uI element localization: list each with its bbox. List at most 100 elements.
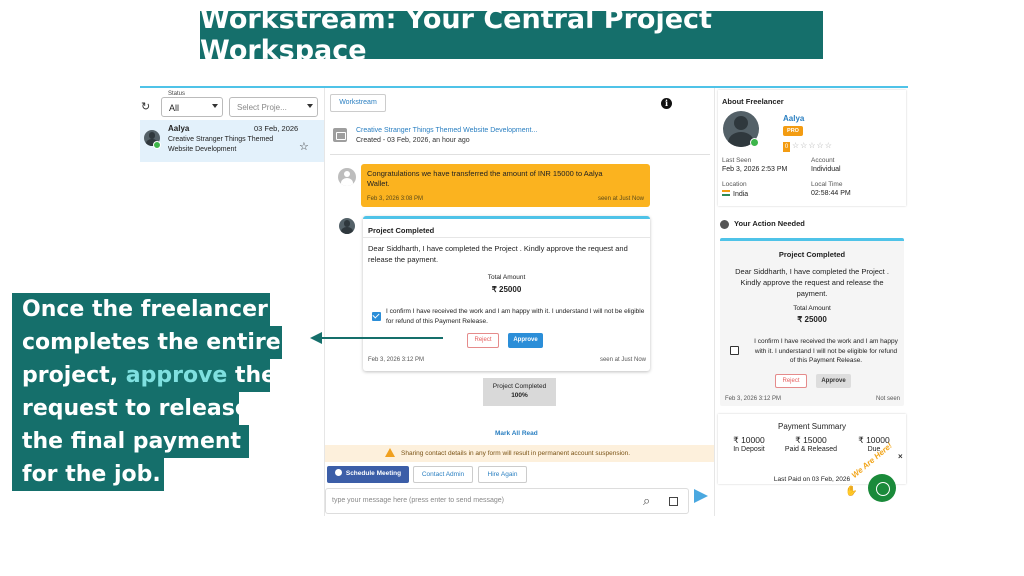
callout-line: request to release (12, 392, 250, 425)
message-timestamp: Feb 3, 2026 3:12 PM (725, 396, 782, 402)
message-seen-status: seen at Just Now (597, 196, 644, 202)
project-select-placeholder: Select Proje... (237, 103, 287, 112)
square-icon[interactable] (669, 497, 678, 506)
arrow-left-icon (310, 332, 322, 344)
location-label: Location (722, 181, 747, 188)
refresh-icon[interactable]: ↻ (141, 100, 150, 113)
page-banner: Workstream: Your Central Project Workspa… (200, 4, 823, 66)
project-select[interactable]: Select Proje... (229, 97, 318, 117)
avatar (339, 218, 355, 234)
confirm-checkbox[interactable] (730, 346, 739, 355)
wave-hand-icon: ✋ (845, 486, 858, 497)
message-timestamp: Feb 3, 2026 3:12 PM (368, 357, 425, 363)
callout-line: project, approve the (12, 359, 276, 392)
deposit-amount: ₹ 10000 (733, 435, 765, 445)
action-needed-card: Project Completed Dear Siddharth, I have… (720, 238, 904, 406)
annotation-arrow (320, 337, 443, 339)
conversation-item[interactable]: Aalya 03 Feb, 2026 Creative Stranger Thi… (140, 120, 324, 162)
callout-text: the (227, 363, 277, 388)
local-time-label: Local Time (811, 181, 843, 188)
warning-text: Sharing contact details in any form will… (401, 450, 631, 457)
total-amount-label: Total Amount (487, 274, 526, 281)
account-label: Account (811, 157, 835, 164)
chat-widget-icon[interactable] (868, 474, 896, 502)
callout-line: the final payment (12, 425, 249, 458)
divider (363, 237, 650, 238)
project-header[interactable]: Creative Stranger Things Themed Website … (333, 126, 709, 152)
paid-amount: ₹ 15000 (795, 435, 827, 445)
deposit-column: ₹ 10000 In Deposit (719, 436, 779, 454)
mark-all-read-link[interactable]: Mark All Read (495, 430, 538, 437)
project-status-badge: Project Completed 100% (483, 378, 556, 406)
message-input[interactable]: type your message here (press enter to s… (325, 488, 689, 514)
filter-row: ↻ All Status Select Proje... (140, 91, 324, 118)
location: India (722, 190, 748, 198)
user-icon (338, 168, 356, 186)
last-seen-label: Last Seen (722, 157, 752, 164)
annotation-callout: Once the freelancer completes the entire… (12, 293, 282, 509)
action-card-title: Project Completed (778, 250, 846, 259)
info-icon[interactable]: i (661, 98, 672, 109)
rating-value: 0 (783, 142, 790, 152)
pro-badge: PRO (783, 126, 803, 136)
chat-panel: Workstream i Creative Stranger Things Th… (324, 88, 715, 516)
star-rating-icon: ☆☆☆☆☆ (792, 141, 833, 150)
reject-button[interactable]: Reject (775, 374, 807, 388)
status-label: Status (167, 91, 187, 97)
confirm-text: I confirm I have received the work and I… (754, 338, 898, 364)
message-timestamp: Feb 3, 2026 3:08 PM (367, 196, 424, 202)
total-amount-value: ₹ 25000 (491, 285, 522, 294)
approve-button[interactable]: Approve (508, 333, 543, 348)
local-time-value: 02:58:44 PM (811, 190, 851, 197)
callout-line: for the job. (12, 458, 164, 491)
online-status-icon (750, 138, 759, 147)
project-status-label: Project Completed (492, 383, 547, 390)
details-panel: About Freelancer Aalya PRO 0 ☆☆☆☆☆ Last … (714, 88, 908, 516)
message-seen-status: seen at Just Now (599, 357, 646, 363)
callout-text: project, (22, 363, 126, 388)
star-icon[interactable]: ☆ (299, 140, 309, 153)
due-amount: ₹ 10000 (858, 435, 890, 445)
confirm-text: I confirm I have received the work and I… (386, 308, 645, 325)
callout-line: Once the freelancer (12, 293, 270, 326)
confirm-checkbox[interactable] (372, 312, 381, 321)
freelancer-name[interactable]: Aalya (783, 114, 804, 123)
project-title-link[interactable]: Creative Stranger Things Themed Website … (356, 127, 537, 134)
project-completed-message: Project Completed Dear Siddharth, I have… (363, 216, 650, 371)
paid-label: Paid & Released (784, 446, 838, 453)
contact-admin-button[interactable]: Contact Admin (413, 466, 473, 483)
reject-button[interactable]: Reject (467, 333, 499, 348)
warning-icon (385, 448, 395, 457)
hire-again-button[interactable]: Hire Again (478, 466, 527, 483)
tab-workstream[interactable]: Workstream (330, 94, 386, 112)
status-value: All (169, 103, 180, 113)
schedule-meeting-button[interactable]: Schedule Meeting (327, 466, 409, 483)
project-status-percent: 100% (511, 392, 528, 399)
paid-column: ₹ 15000 Paid & Released (781, 436, 841, 454)
account-value: Individual (811, 166, 841, 173)
close-icon[interactable]: × (898, 452, 903, 461)
send-icon[interactable] (694, 489, 708, 503)
online-status-icon (153, 141, 161, 149)
conversation-description: Creative Stranger Things Themed Website … (168, 136, 274, 153)
conversation-date: 03 Feb, 2026 (254, 124, 299, 133)
payment-summary-title: Payment Summary (777, 422, 847, 431)
callout-highlight: approve (125, 363, 228, 388)
deposit-label: In Deposit (733, 446, 765, 453)
action-needed-title: Your Action Needed (734, 219, 805, 228)
banner-title: Workstream: Your Central Project Workspa… (200, 4, 712, 66)
status-select[interactable]: All (161, 97, 223, 117)
about-freelancer-card: About Freelancer Aalya PRO 0 ☆☆☆☆☆ Last … (718, 90, 906, 206)
last-seen-value: Feb 3, 2026 2:53 PM (722, 166, 788, 173)
transfer-message: Congratulations we have transferred the … (361, 164, 650, 207)
conversation-name: Aalya (168, 124, 190, 133)
chevron-down-icon (212, 104, 218, 108)
warning-banner: Sharing contact details in any form will… (325, 445, 715, 462)
total-amount-label: Total Amount (793, 305, 831, 312)
attachment-icon[interactable]: ⌕ (643, 493, 650, 509)
divider (330, 154, 710, 155)
action-card-body: Dear Siddharth, I have completed the Pro… (735, 267, 889, 298)
approve-button[interactable]: Approve (816, 374, 851, 388)
message-seen-status: Not seen (875, 396, 900, 402)
schedule-meeting-label: Schedule Meeting (345, 470, 402, 477)
